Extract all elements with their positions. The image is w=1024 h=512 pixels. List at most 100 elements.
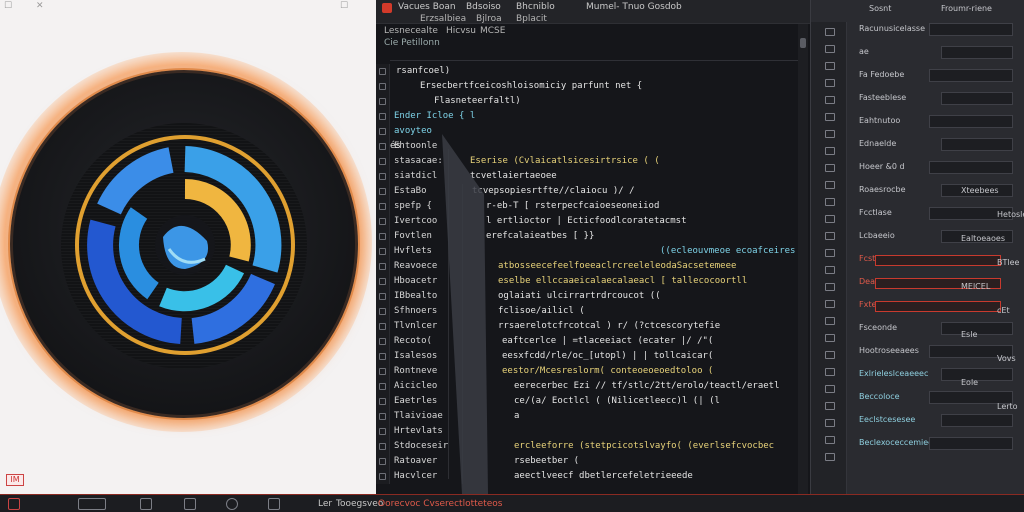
sync-icon[interactable]	[226, 498, 238, 510]
code-line[interactable]: a	[514, 411, 519, 422]
gutter-icon[interactable]	[379, 428, 386, 435]
gutter-icon[interactable]	[379, 338, 386, 345]
gutter-icon[interactable]	[379, 383, 386, 390]
code-line[interactable]: oglaiati ulcirrartrdrcoucot ((	[498, 291, 661, 302]
panel-tool-icon[interactable]	[825, 436, 835, 444]
code-line[interactable]: rsebeetber (	[514, 456, 579, 467]
gutter-icon[interactable]	[379, 128, 386, 135]
gutter-icon[interactable]	[379, 473, 386, 480]
code-line[interactable]: és	[390, 141, 401, 152]
panel-tool-icon[interactable]	[825, 368, 835, 376]
code-line[interactable]: rrsaerelotcfrcotcal ) r/ (?ctcescorytefi…	[498, 321, 720, 332]
gutter-icon[interactable]	[379, 218, 386, 225]
tab-3[interactable]: MCSE	[480, 26, 505, 36]
gutter-icon[interactable]	[379, 443, 386, 450]
panel-tool-icon[interactable]	[825, 419, 835, 427]
code-line[interactable]: ((ecleouvmeoe ecoafceiresceer	[660, 246, 796, 257]
property-field[interactable]	[929, 115, 1013, 128]
panel-tool-icon[interactable]	[825, 96, 835, 104]
gutter-icon[interactable]	[379, 308, 386, 315]
code-line[interactable]: eaftcerlce | =tlaceeiact (ecater |/ /"(	[502, 336, 713, 347]
panel-tool-icon[interactable]	[825, 453, 835, 461]
gutter-icon[interactable]	[379, 278, 386, 285]
gutter-icon[interactable]	[379, 263, 386, 270]
panel-tool-icon[interactable]	[825, 62, 835, 70]
editor-scrollbar-thumb[interactable]	[800, 38, 806, 48]
property-value[interactable]: BTlee	[997, 258, 1019, 268]
maximize-icon[interactable]: ☐	[340, 2, 348, 11]
gutter-icon[interactable]	[379, 368, 386, 375]
property-value[interactable]: Hetosles	[997, 210, 1024, 220]
code-line[interactable]: r-eb-T [ rsterpecfcaioeseoneiiod	[486, 201, 659, 212]
share-icon[interactable]	[268, 498, 280, 510]
panel-tool-icon[interactable]	[825, 45, 835, 53]
panel-tool-icon[interactable]	[825, 130, 835, 138]
window-icon[interactable]: ☐	[4, 2, 12, 11]
close-icon[interactable]: ✕	[36, 2, 44, 11]
flag-icon[interactable]	[184, 498, 196, 510]
panel-tool-icon[interactable]	[825, 232, 835, 240]
panel-tool-icon[interactable]	[825, 215, 835, 223]
code-line[interactable]: eesxfcdd/rle/oc_[utopl) | | tollcaicar(	[502, 351, 713, 362]
gutter-icon[interactable]	[379, 98, 386, 105]
gutter-icon[interactable]	[379, 173, 386, 180]
panel-tool-icon[interactable]	[825, 113, 835, 121]
gutter-icon[interactable]	[379, 83, 386, 90]
property-field[interactable]	[929, 69, 1013, 82]
menu-item-file[interactable]: Vacues Boan	[398, 2, 456, 12]
gutter-icon[interactable]	[379, 233, 386, 240]
property-field[interactable]	[929, 23, 1013, 36]
code-line[interactable]: ercleeforre (stetpcicotslvayfo( (everlse…	[514, 441, 774, 452]
panel-tool-icon[interactable]	[825, 283, 835, 291]
code-editor[interactable]: Lesnecealte Hicvsu MCSE Cie Petillonn rs…	[376, 24, 810, 494]
code-line[interactable]: fclisoe/ailicl (	[498, 306, 585, 317]
code-line[interactable]: eestor/Mcesreslorm( conteoeoeoedtoloo (	[502, 366, 713, 377]
property-value[interactable]: Ealtoeaoes	[961, 234, 1005, 244]
property-field[interactable]	[941, 138, 1013, 151]
panel-tool-icon[interactable]	[825, 351, 835, 359]
code-line[interactable]: aeectlveecf dbetlercefeletrieeede	[514, 471, 693, 482]
panel-tool-icon[interactable]	[825, 402, 835, 410]
property-value[interactable]: Lerto	[997, 402, 1018, 412]
code-line[interactable]: rsanfcoel)	[396, 66, 450, 77]
gutter-icon[interactable]	[379, 188, 386, 195]
gutter-icon[interactable]	[379, 143, 386, 150]
toolbar-item-1[interactable]: Erzsalbiea	[420, 14, 466, 24]
editor-scrollbar[interactable]	[798, 24, 808, 494]
panel-tool-icon[interactable]	[825, 28, 835, 36]
tab-1[interactable]: Lesnecealte	[384, 26, 438, 36]
close-window-button[interactable]	[382, 3, 392, 13]
toolbar-item-3[interactable]: Bplacit	[516, 14, 547, 24]
panel-tool-icon[interactable]	[825, 385, 835, 393]
code-line[interactable]: Flasneteerfaltl)	[434, 96, 521, 107]
panel-tool-icon[interactable]	[825, 266, 835, 274]
menu-item-run[interactable]: Mumel- Tnuo Gosdob	[586, 2, 682, 12]
gutter-icon[interactable]	[379, 398, 386, 405]
branch-icon[interactable]	[140, 498, 152, 510]
property-value[interactable]: Vovs	[997, 354, 1016, 364]
property-field[interactable]	[941, 46, 1013, 59]
property-field[interactable]	[941, 92, 1013, 105]
panel-tool-icon[interactable]	[825, 249, 835, 257]
gutter-icon[interactable]	[379, 413, 386, 420]
code-line[interactable]: erefcalaieatbes [ }}	[486, 231, 594, 242]
breadcrumb[interactable]: Cie Petillonn	[384, 38, 440, 48]
gutter-icon[interactable]	[379, 248, 386, 255]
tab-2[interactable]: Hicvsu	[446, 26, 476, 36]
property-field[interactable]	[941, 414, 1013, 427]
property-field[interactable]	[875, 255, 1001, 266]
gutter-icon[interactable]	[379, 68, 386, 75]
panel-tool-icon[interactable]	[825, 147, 835, 155]
error-icon[interactable]	[8, 498, 20, 510]
gutter-icon[interactable]	[379, 293, 386, 300]
property-value[interactable]: cEt	[997, 306, 1010, 316]
preview-badge[interactable]: IM	[6, 474, 24, 486]
gutter-icon[interactable]	[379, 203, 386, 210]
property-field[interactable]	[875, 301, 1001, 312]
panel-tool-icon[interactable]	[825, 79, 835, 87]
property-value[interactable]: Xteebees	[961, 186, 999, 196]
code-line[interactable]: atbosseecefeelfoeeaclrcreeleleodaSacsete…	[498, 261, 736, 272]
property-value[interactable]: MElCEL	[961, 282, 990, 292]
panel-tool-icon[interactable]	[825, 198, 835, 206]
code-line[interactable]: ce/(a/ Eoctlcl ( (Nilicetleecc)l (| (l	[514, 396, 720, 407]
